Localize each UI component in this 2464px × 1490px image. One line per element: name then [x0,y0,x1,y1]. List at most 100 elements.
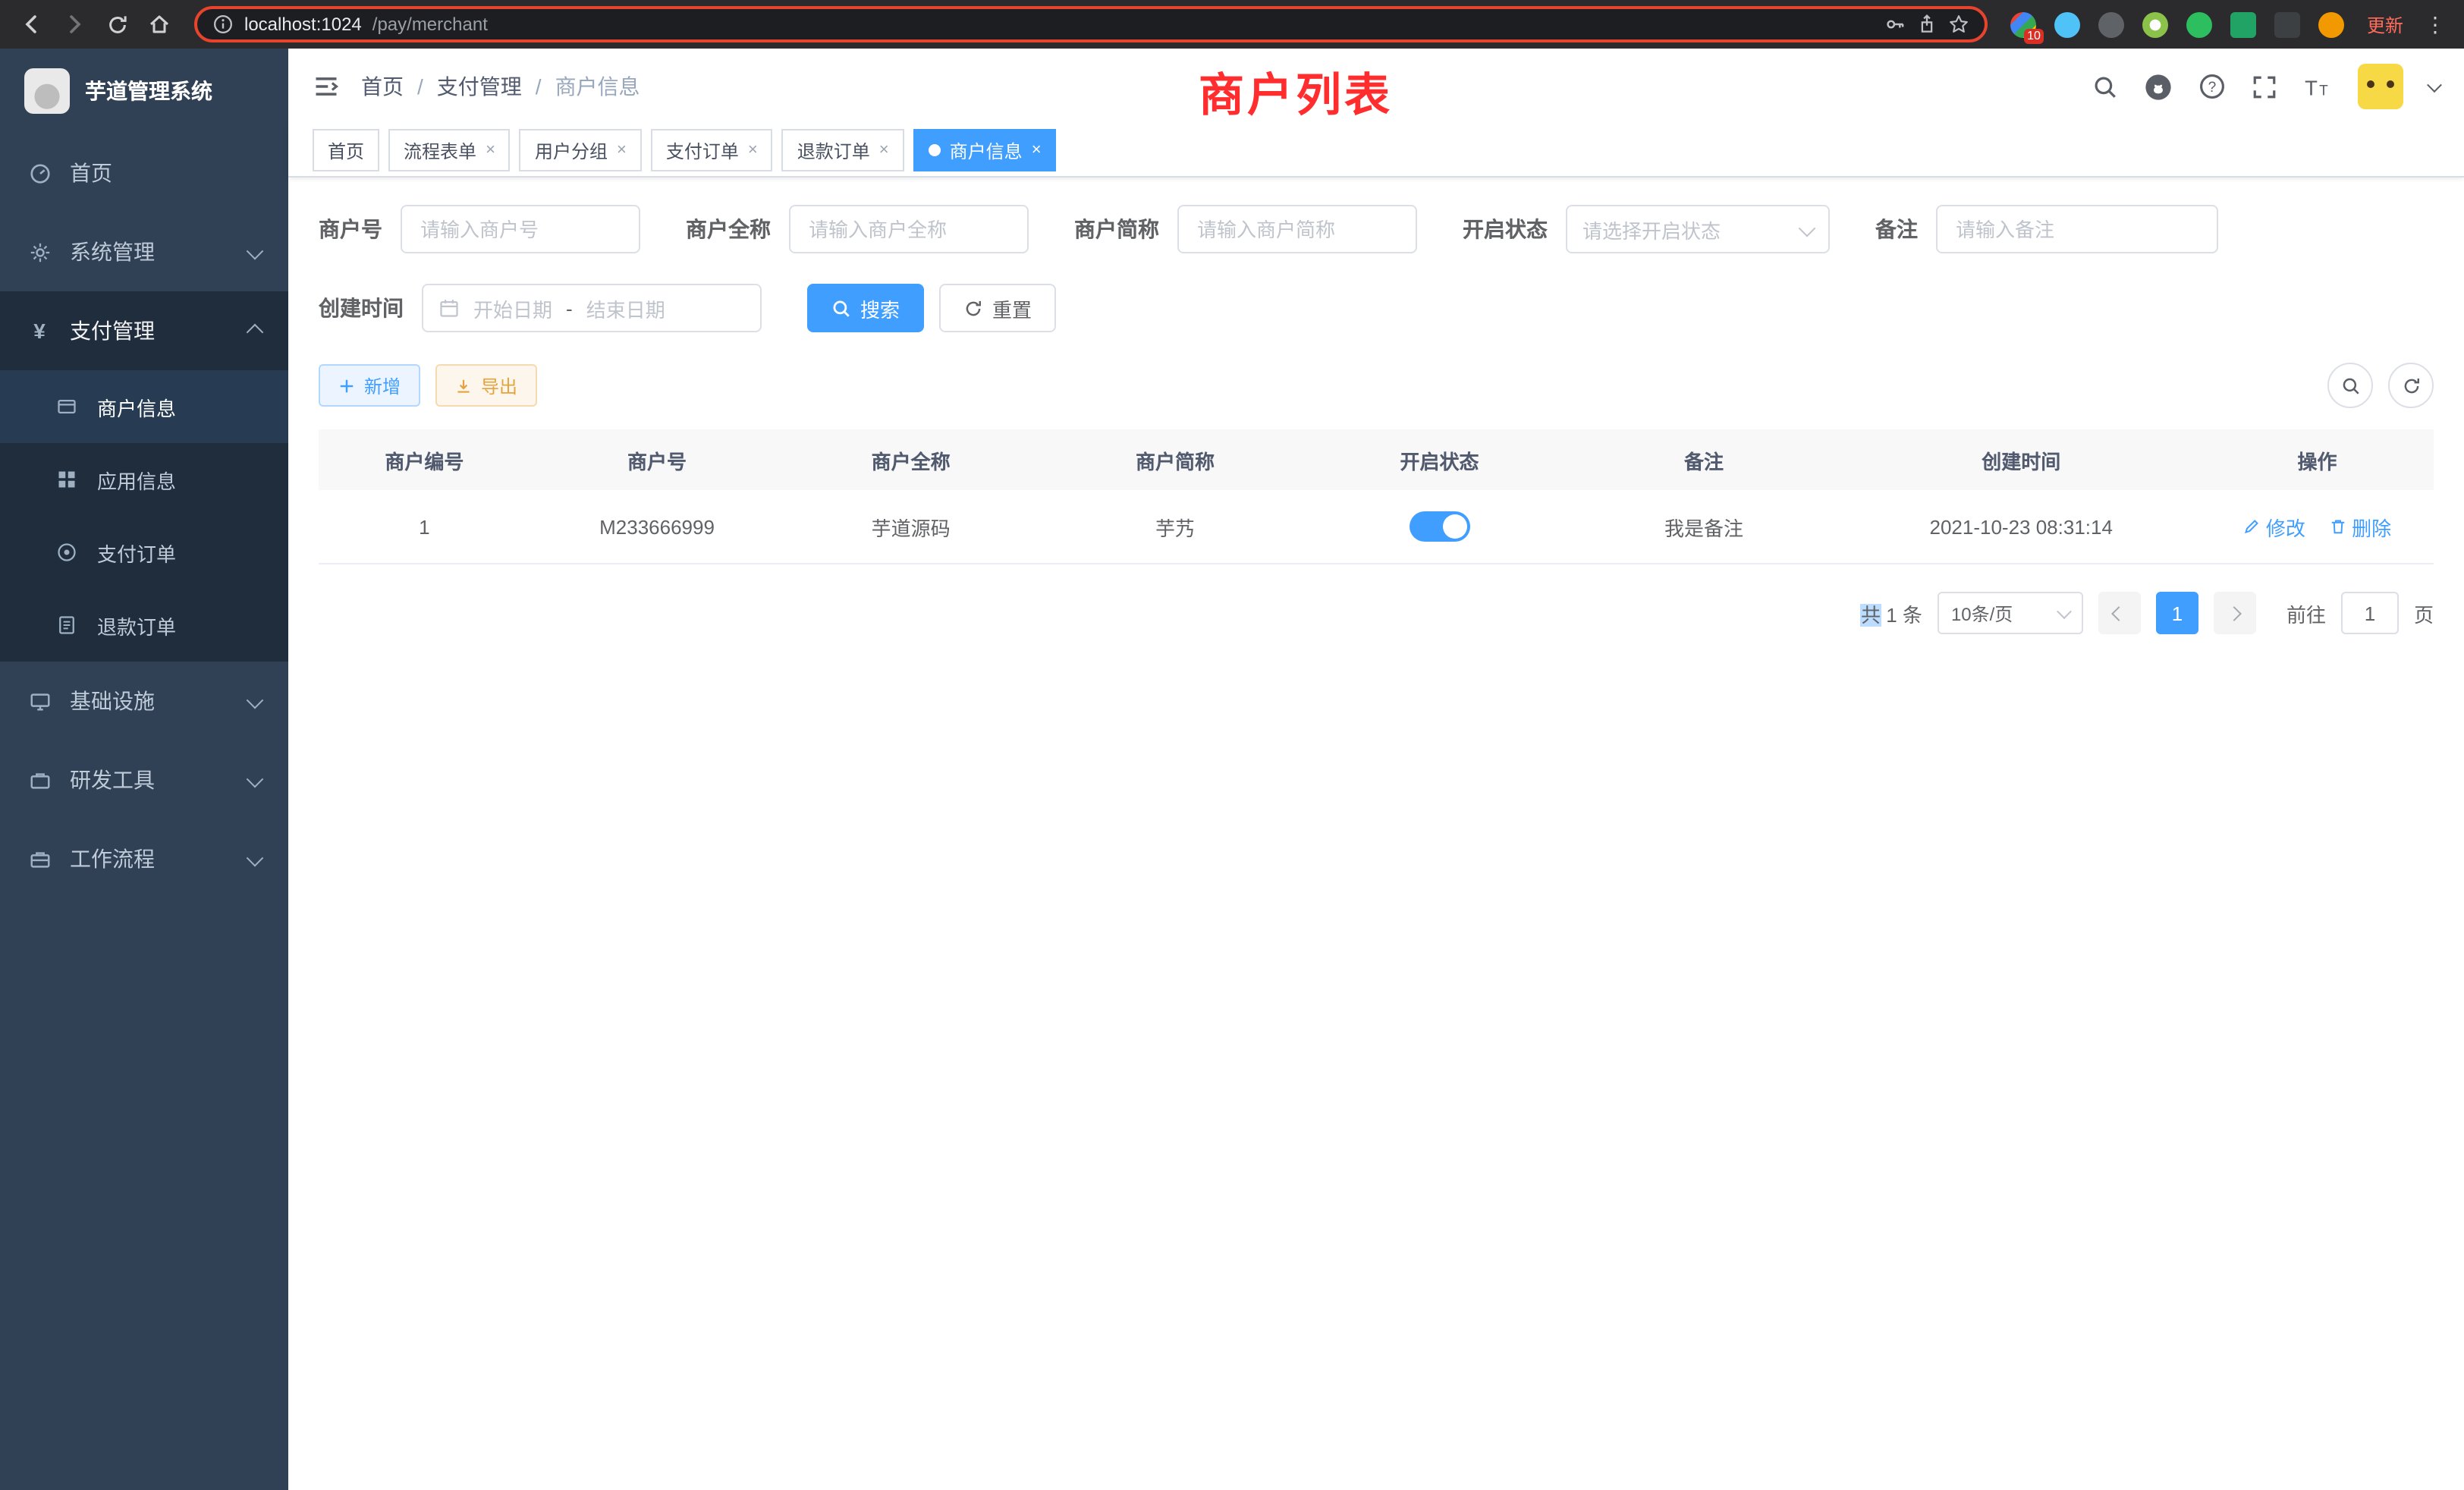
password-key-icon[interactable] [1884,14,1906,35]
header-search-icon[interactable] [2092,74,2118,99]
sidebar-item-infrastructure[interactable]: 基础设施 [0,662,288,740]
chrome-update-button[interactable]: 更新 [2367,11,2403,37]
tab-label: 用户分组 [535,137,608,163]
cell-short-name: 芋艿 [1038,512,1312,541]
breadcrumb-separator: / [417,74,423,99]
share-icon[interactable] [1916,14,1938,35]
field-short-name: 商户简称 [1074,205,1417,253]
browser-forward-button[interactable] [55,5,94,44]
help-icon[interactable]: ? [2198,73,2226,100]
user-menu-caret-icon[interactable] [2429,81,2440,92]
merchant-no-input[interactable] [401,205,640,253]
page-size-select[interactable]: 10条/页 [1938,592,2083,634]
extensions-pin-icon[interactable] [2274,11,2300,37]
date-range-picker[interactable]: 开始日期 - 结束日期 [422,284,762,332]
extension-icon-blue-drop[interactable] [2054,11,2080,37]
site-info-icon[interactable] [212,14,234,35]
breadcrumb-separator: / [536,74,542,99]
sidebar-item-refund-order[interactable]: 退款订单 [0,589,288,662]
svg-text:T: T [2319,83,2328,99]
browser-menu-icon[interactable]: ⋮ [2425,11,2446,37]
tab-process-form[interactable]: 流程表单 × [388,129,511,171]
tab-label: 退款订单 [797,137,870,163]
toolbox-icon [27,768,52,792]
sidebar-item-dev-tools[interactable]: 研发工具 [0,740,288,819]
workflow-icon [27,847,52,871]
column-header: 商户简称 [1038,445,1312,474]
extension-icon-multicolor[interactable]: 10 [2010,11,2036,37]
sidebar-item-app-info[interactable]: 应用信息 [0,443,288,516]
cell-created-at: 2021-10-23 08:31:14 [1841,515,2201,538]
close-icon[interactable]: × [748,141,758,159]
export-button[interactable]: 导出 [435,364,537,407]
table-row: 1 M233666999 芋道源码 芋艿 我是备注 2021-10-23 08:… [319,490,2434,564]
profile-avatar-icon[interactable] [2318,11,2344,37]
tab-label: 商户信息 [950,137,1023,163]
gear-icon [27,240,52,264]
app-logo[interactable]: 芋道管理系统 [0,49,288,134]
yen-icon: ¥ [27,319,52,343]
toggle-search-button[interactable] [2327,363,2373,408]
full-name-input[interactable] [789,205,1029,253]
tab-user-group[interactable]: 用户分组 × [520,129,642,171]
sidebar-item-payment[interactable]: ¥ 支付管理 [0,291,288,370]
browser-reload-button[interactable] [97,5,137,44]
browser-home-button[interactable] [140,5,179,44]
close-icon[interactable]: × [617,141,627,159]
sidebar-item-system[interactable]: 系统管理 [0,212,288,291]
extension-icon-rings[interactable] [2142,11,2168,37]
refresh-button[interactable] [2388,363,2434,408]
collapse-menu-icon[interactable] [313,73,340,100]
browser-back-button[interactable] [12,5,52,44]
short-name-input[interactable] [1177,205,1417,253]
fullscreen-icon[interactable] [2252,74,2277,99]
tab-merchant-info[interactable]: 商户信息 × [913,129,1057,171]
page-number-1[interactable]: 1 [2156,592,2198,634]
field-label: 商户号 [319,214,382,244]
delete-link[interactable]: 删除 [2329,512,2391,541]
cell-full-name: 芋道源码 [784,512,1038,541]
next-page-button[interactable] [2214,592,2256,634]
tab-home[interactable]: 首页 [313,129,379,171]
url-bar[interactable]: localhost:1024/pay/merchant [194,6,1988,42]
extension-icon-gray[interactable] [2098,11,2124,37]
browser-toolbar: localhost:1024/pay/merchant 10 更新 ⋮ [0,0,2464,49]
goto-page-input[interactable] [2341,592,2399,634]
delete-link-label: 删除 [2352,512,2391,541]
reset-button[interactable]: 重置 [939,284,1056,332]
status-select[interactable]: 请选择开启状态 [1566,205,1830,253]
table-header: 商户编号 商户号 商户全称 商户简称 开启状态 备注 创建时间 操作 [319,429,2434,490]
tab-pay-order[interactable]: 支付订单 × [651,129,773,171]
bookmark-star-icon[interactable] [1948,14,1969,35]
sidebar-item-pay-order[interactable]: 支付订单 [0,516,288,589]
export-button-label: 导出 [481,372,517,398]
user-avatar[interactable] [2358,64,2403,109]
cell-merchant-id: 1 [319,515,530,538]
field-create-time: 创建时间 开始日期 - 结束日期 [319,284,762,332]
remark-input[interactable] [1936,205,2218,253]
close-icon[interactable]: × [879,141,889,159]
sidebar-item-label: 应用信息 [97,465,176,494]
field-label: 开启状态 [1463,214,1548,244]
edit-link[interactable]: 修改 [2243,512,2305,541]
sidebar-item-merchant-info[interactable]: 商户信息 [0,370,288,443]
extension-icon-green-square[interactable] [2230,11,2256,37]
breadcrumb-item-home[interactable]: 首页 [361,71,404,102]
extension-icon-green-circle[interactable] [2186,11,2212,37]
github-icon[interactable] [2144,72,2173,101]
search-button[interactable]: 搜索 [807,284,924,332]
font-size-icon[interactable]: TT [2303,74,2332,99]
close-icon[interactable]: × [1032,141,1042,159]
sidebar-item-home[interactable]: 首页 [0,134,288,212]
status-toggle[interactable] [1410,511,1470,542]
sidebar-item-label: 基础设施 [70,686,155,716]
breadcrumb-item-payment[interactable]: 支付管理 [437,71,522,102]
close-icon[interactable]: × [486,141,495,159]
tab-refund-order[interactable]: 退款订单 × [782,129,904,171]
column-header: 商户号 [530,445,784,474]
prev-page-button[interactable] [2098,592,2141,634]
add-button[interactable]: 新增 [319,364,420,407]
sidebar-item-workflow[interactable]: 工作流程 [0,819,288,898]
tab-label: 支付订单 [666,137,739,163]
column-header: 开启状态 [1312,445,1567,474]
